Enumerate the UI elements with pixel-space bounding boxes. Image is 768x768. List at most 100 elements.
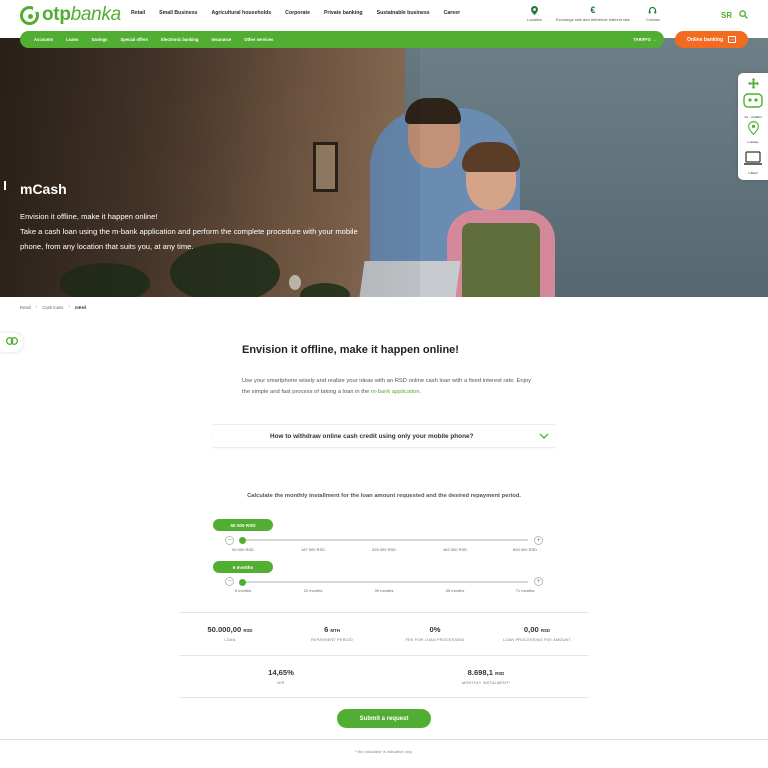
- stat-instalment-key: MONTHLY INSTALMENT*: [461, 681, 511, 685]
- stat-fee-value: 0%: [429, 625, 441, 634]
- nav-item-private-banking[interactable]: Private banking: [324, 10, 363, 16]
- login-icon: →: [728, 36, 737, 43]
- amount-value-pill: 50 000 RSD: [213, 519, 273, 531]
- arrow-right-icon: →: [651, 37, 656, 42]
- stat-fee-percent: 0% FEE FOR LOAN PROCESSING: [406, 625, 465, 642]
- nav-item-agricultural[interactable]: Agricultural households: [212, 10, 272, 16]
- search-icon[interactable]: [739, 10, 748, 19]
- chatbot-button[interactable]: Viv - ChatBot: [738, 92, 768, 119]
- period-slider-track[interactable]: [240, 581, 528, 583]
- side-widgets: Viv - ChatBot Lokacije e-Bank: [738, 73, 768, 180]
- stat-period-value: 6: [324, 625, 329, 634]
- locations-button[interactable]: Lokacije: [738, 120, 768, 144]
- stat-period-unit: MTH: [330, 628, 340, 633]
- amount-increase-button[interactable]: +: [534, 536, 543, 545]
- hero-banner: [0, 38, 768, 297]
- hero-line-1: Envision it offline, make it happen onli…: [20, 212, 158, 221]
- subnav-accounts[interactable]: Accounts: [34, 37, 53, 42]
- logo-text-light: banka: [70, 4, 122, 25]
- period-slider-handle[interactable]: [239, 579, 246, 586]
- nav-item-retail[interactable]: Retail: [131, 10, 145, 16]
- nav-item-corporate[interactable]: Corporate: [285, 10, 310, 16]
- mbank-link[interactable]: m-bank application.: [371, 389, 421, 395]
- contact-link[interactable]: Contact: [646, 6, 660, 22]
- online-banking-button[interactable]: Online banking →: [675, 31, 748, 48]
- subnav-special-offers[interactable]: Special offers: [121, 37, 148, 42]
- divider: [0, 739, 768, 740]
- page-heading: Envision it offline, make it happen onli…: [242, 344, 459, 356]
- submit-request-button[interactable]: Submit a request: [337, 709, 431, 728]
- amount-tick: 462 500 RSD: [442, 547, 468, 552]
- amount-slider-handle[interactable]: [239, 537, 246, 544]
- stat-loan-value: 50.000,00: [207, 625, 242, 634]
- stat-instalment-unit: RSD: [495, 671, 505, 676]
- period-tick: 71 months: [515, 588, 535, 593]
- period-tick: 22 months: [303, 588, 323, 593]
- otp-banka-logo[interactable]: otpbanka: [20, 4, 121, 26]
- stat-instalment-value: 8.698,1: [467, 668, 493, 677]
- period-decrease-button[interactable]: −: [225, 577, 234, 586]
- divider: [179, 612, 589, 613]
- subnav-electronic-banking[interactable]: Electronic banking: [161, 37, 198, 42]
- nav-item-small-business[interactable]: Small Business: [159, 10, 197, 16]
- left-floating-tab[interactable]: [0, 333, 23, 352]
- location-label: Location: [527, 17, 543, 22]
- stat-fee-amount: 0,00 RSD LOAN PROCESSING FEE AMOUNT: [503, 625, 571, 642]
- subnav-loans[interactable]: Loans: [66, 37, 78, 42]
- hero-text: Envision it offline, make it happen onli…: [20, 209, 360, 254]
- breadcrumb-cash-loans[interactable]: Cash loans: [42, 305, 63, 310]
- hero-indicator: [4, 181, 6, 190]
- move-arrows-icon: [747, 78, 759, 89]
- stat-monthly-instalment: 8.698,1 RSD MONTHLY INSTALMENT*: [462, 668, 510, 685]
- chatbot-label: Viv - ChatBot: [744, 115, 762, 119]
- amount-decrease-button[interactable]: −: [225, 536, 234, 545]
- period-tick: 55 months: [445, 588, 465, 593]
- subnav-insurance[interactable]: Insurance: [211, 37, 231, 42]
- online-banking-label: Online banking: [686, 36, 724, 43]
- divider: [179, 697, 589, 698]
- nav-item-career[interactable]: Career: [444, 10, 460, 16]
- hero-line-2: Take a cash loan using the m-bank applic…: [20, 227, 358, 251]
- chevron-right-icon: ›: [68, 304, 71, 310]
- stat-fee-amount-unit: RSD: [540, 628, 551, 633]
- location-link[interactable]: Location: [527, 6, 542, 22]
- hero-title: mCash: [20, 181, 67, 197]
- nav-item-sustainable[interactable]: Sustainable business: [377, 10, 430, 16]
- faq-accordion[interactable]: How to withdraw online cash credit using…: [213, 424, 555, 448]
- exchange-rate-label: Exchange rate and reference interest rat…: [556, 17, 630, 22]
- logo-mark-icon: [20, 4, 40, 25]
- breadcrumb-retail[interactable]: Retail: [20, 305, 31, 310]
- stat-loan: 50.000,00 RSD LOAN: [207, 625, 252, 642]
- stat-fee-amount-value: 0,00: [523, 625, 539, 634]
- main-nav: Retail Small Business Agricultural house…: [131, 10, 474, 16]
- period-tick: 39 months: [374, 588, 394, 593]
- subnav-savings[interactable]: Savings: [91, 37, 107, 42]
- amount-tick: 50 000 RSD: [232, 547, 254, 552]
- stat-fee-amount-key: LOAN PROCESSING FEE AMOUNT: [503, 638, 571, 642]
- link-icon: [5, 337, 18, 345]
- logo-text-bold: otp: [42, 4, 71, 25]
- amount-tick: 325 000 RSD: [371, 547, 397, 552]
- language-switch[interactable]: SR: [721, 11, 732, 20]
- exchange-rate-link[interactable]: € Exchange rate and reference interest r…: [556, 6, 630, 23]
- amount-slider-track[interactable]: [240, 539, 528, 541]
- amount-tick: 600 000 RSD: [512, 547, 538, 552]
- period-increase-button[interactable]: +: [534, 577, 543, 586]
- stat-loan-unit: RSD: [243, 628, 253, 633]
- sub-nav: Accounts Loans Savings Special offers El…: [20, 31, 664, 48]
- location-pin-icon: [531, 6, 539, 15]
- ebank-button[interactable]: e-Bank: [738, 151, 768, 175]
- stat-repayment-period: 6 MTH REPAYMENT PERIOD: [311, 625, 353, 642]
- contact-label: Contact: [646, 17, 660, 22]
- chatbot-icon: [743, 93, 763, 108]
- page: otpbanka Retail Small Business Agricultu…: [0, 0, 768, 768]
- locations-label: Lokacije: [747, 140, 759, 144]
- amount-tick: 187 500 RSD: [300, 547, 326, 552]
- stat-fee-key: FEE FOR LOAN PROCESSING: [405, 638, 465, 642]
- subnav-other-services[interactable]: Other services: [244, 37, 273, 42]
- chevron-right-icon: ›: [35, 304, 38, 310]
- stat-nir: 14,65% NIR: [268, 668, 294, 685]
- stat-nir-value: 14,65%: [268, 668, 294, 677]
- stat-period-key: REPAYMENT PERIOD: [311, 638, 353, 642]
- tariffs-link[interactable]: TARIFFS →: [633, 37, 656, 42]
